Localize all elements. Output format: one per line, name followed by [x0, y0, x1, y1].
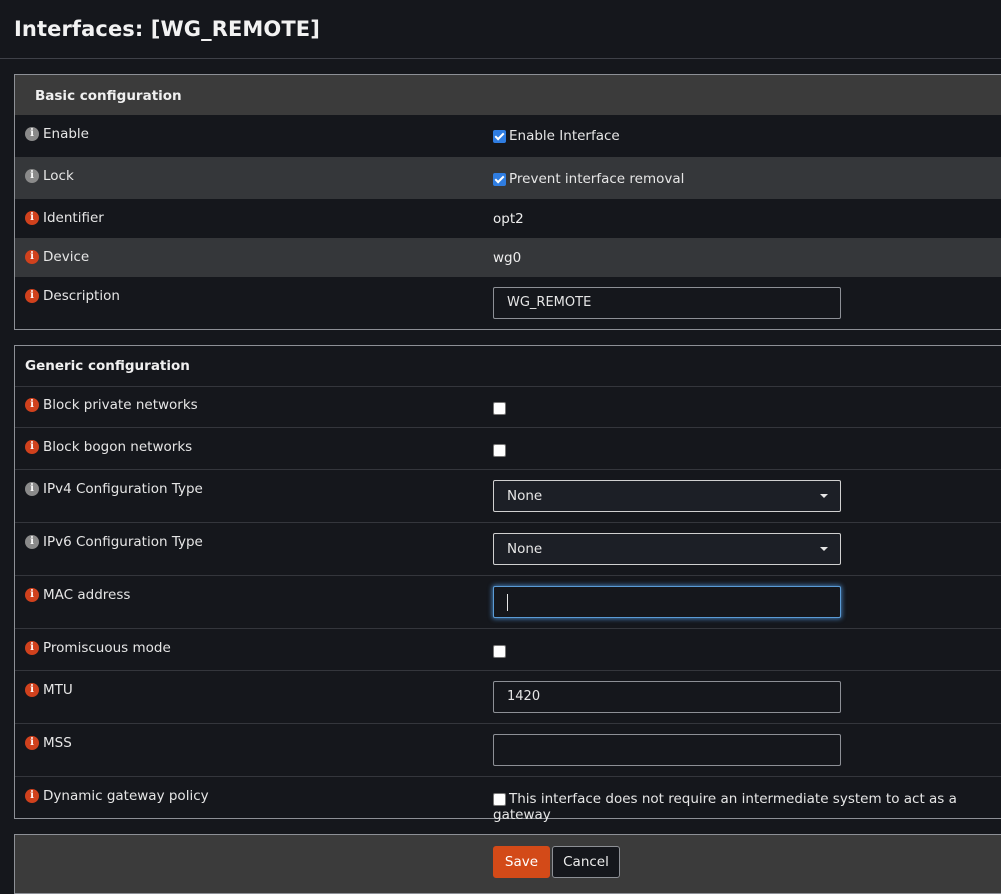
description-input[interactable]: WG_REMOTE — [493, 287, 841, 319]
promiscuous-row: i Promiscuous mode — [15, 629, 1001, 671]
lock-label-cell: i Lock — [25, 168, 74, 184]
enable-row: i Enable Enable Interface — [15, 115, 1001, 157]
basic-configuration-title: Basic configuration — [35, 88, 182, 104]
enable-label: Enable — [43, 126, 89, 142]
dynamic-gateway-label-cell: i Dynamic gateway policy — [25, 788, 209, 804]
text-cursor — [507, 594, 508, 611]
chevron-down-icon[interactable] — [820, 547, 828, 551]
cancel-button[interactable]: Cancel — [552, 846, 620, 878]
identifier-label-cell: i Identifier — [25, 210, 104, 226]
dynamic-gateway-row: i Dynamic gateway policy This interface … — [15, 777, 1001, 823]
device-label: Device — [43, 249, 90, 265]
block-bogon-value — [493, 442, 506, 458]
info-icon[interactable]: i — [25, 736, 39, 750]
page-title: Interfaces: [WG_REMOTE] — [14, 17, 320, 41]
mss-input[interactable] — [493, 734, 841, 766]
mtu-input[interactable]: 1420 — [493, 681, 841, 713]
block-bogon-checkbox[interactable] — [493, 443, 506, 457]
ipv4-type-select[interactable]: None — [493, 480, 841, 512]
lock-row: i Lock Prevent interface removal — [15, 157, 1001, 199]
form-actions: Save Cancel — [14, 834, 1001, 894]
info-icon[interactable]: i — [25, 398, 39, 412]
dynamic-gateway-checkbox-label[interactable]: This interface does not require an inter… — [493, 791, 957, 823]
promiscuous-label: Promiscuous mode — [43, 640, 171, 656]
mac-address-input[interactable] — [493, 586, 841, 618]
info-icon[interactable]: i — [25, 641, 39, 655]
block-bogon-row: i Block bogon networks — [15, 428, 1001, 470]
promiscuous-value — [493, 643, 506, 659]
ipv6-type-select[interactable]: None — [493, 533, 841, 565]
lock-label: Lock — [43, 168, 74, 184]
block-bogon-label-cell: i Block bogon networks — [25, 439, 192, 455]
info-icon[interactable]: i — [25, 683, 39, 697]
identifier-value: opt2 — [493, 211, 524, 227]
ipv6-type-row: i IPv6 Configuration Type None — [15, 523, 1001, 576]
ipv4-type-row: i IPv4 Configuration Type None — [15, 470, 1001, 523]
generic-configuration-panel: Generic configuration i Block private ne… — [14, 345, 1001, 823]
page-header: Interfaces: [WG_REMOTE] — [0, 0, 1001, 59]
block-private-checkbox[interactable] — [493, 401, 506, 415]
mss-label-cell: i MSS — [25, 735, 72, 751]
info-icon[interactable]: i — [25, 789, 39, 803]
enable-value: Enable Interface — [493, 128, 620, 144]
ipv6-type-selected-value: None — [507, 541, 543, 557]
description-label-cell: i Description — [25, 288, 120, 304]
mtu-label: MTU — [43, 682, 73, 698]
generic-configuration-title: Generic configuration — [25, 358, 190, 374]
info-icon[interactable]: i — [25, 482, 39, 496]
basic-configuration-panel: Basic configuration i Enable Enable Inte… — [14, 74, 1001, 330]
device-row: i Device wg0 — [15, 238, 1001, 277]
identifier-row: i Identifier opt2 — [15, 199, 1001, 238]
enable-interface-checkbox-label[interactable]: Enable Interface — [509, 128, 620, 144]
info-icon[interactable]: i — [25, 250, 39, 264]
block-private-label-cell: i Block private networks — [25, 397, 198, 413]
device-value: wg0 — [493, 250, 522, 266]
info-icon[interactable]: i — [25, 588, 39, 602]
mss-label: MSS — [43, 735, 72, 751]
identifier-label: Identifier — [43, 210, 104, 226]
info-icon[interactable]: i — [25, 211, 39, 225]
block-private-value — [493, 400, 506, 416]
lock-value: Prevent interface removal — [493, 171, 684, 187]
dynamic-gateway-checkbox[interactable] — [493, 792, 506, 806]
prevent-removal-checkbox[interactable] — [493, 172, 506, 186]
ipv4-type-selected-value: None — [507, 488, 543, 504]
info-icon[interactable]: i — [25, 127, 39, 141]
prevent-removal-checkbox-label[interactable]: Prevent interface removal — [509, 171, 684, 187]
mtu-row: i MTU 1420 — [15, 671, 1001, 724]
chevron-down-icon[interactable] — [820, 494, 828, 498]
mss-row: i MSS — [15, 724, 1001, 777]
promiscuous-checkbox[interactable] — [493, 644, 506, 658]
promiscuous-label-cell: i Promiscuous mode — [25, 640, 171, 656]
info-icon[interactable]: i — [25, 535, 39, 549]
block-private-row: i Block private networks — [15, 386, 1001, 428]
info-icon[interactable]: i — [25, 440, 39, 454]
info-icon[interactable]: i — [25, 289, 39, 303]
description-label: Description — [43, 288, 120, 304]
generic-configuration-header: Generic configuration — [15, 346, 1001, 387]
enable-label-cell: i Enable — [25, 126, 89, 142]
device-label-cell: i Device — [25, 249, 89, 265]
basic-configuration-header: Basic configuration — [15, 75, 1001, 115]
enable-interface-checkbox[interactable] — [493, 129, 506, 143]
dynamic-gateway-label: Dynamic gateway policy — [43, 788, 209, 804]
ipv6-type-label-cell: i IPv6 Configuration Type — [25, 534, 203, 550]
ipv4-type-label: IPv4 Configuration Type — [43, 481, 203, 497]
mac-address-label: MAC address — [43, 587, 131, 603]
dynamic-gateway-value: This interface does not require an inter… — [493, 791, 1001, 823]
mac-address-label-cell: i MAC address — [25, 587, 130, 603]
save-button[interactable]: Save — [493, 846, 550, 878]
info-icon[interactable]: i — [25, 169, 39, 183]
ipv4-type-label-cell: i IPv4 Configuration Type — [25, 481, 203, 497]
ipv6-type-label: IPv6 Configuration Type — [43, 534, 203, 550]
mac-address-row: i MAC address — [15, 576, 1001, 629]
description-row: i Description WG_REMOTE — [15, 277, 1001, 329]
block-bogon-label: Block bogon networks — [43, 439, 193, 455]
mtu-label-cell: i MTU — [25, 682, 73, 698]
block-private-label: Block private networks — [43, 397, 198, 413]
